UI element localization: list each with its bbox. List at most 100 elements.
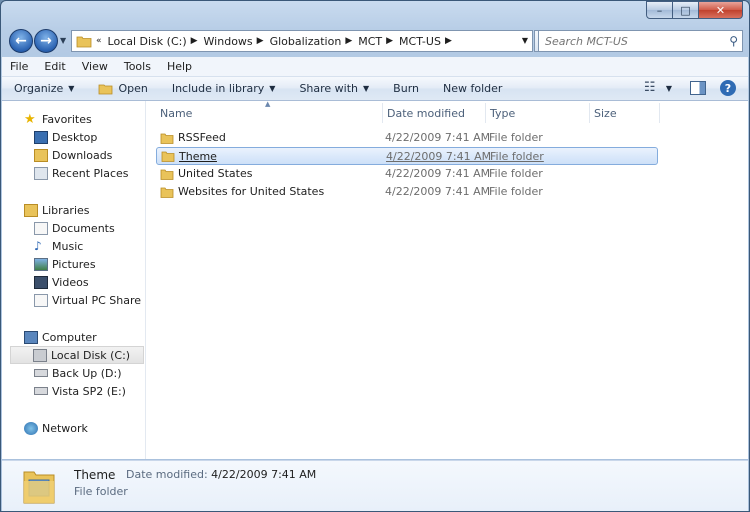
downloads-icon (34, 148, 48, 162)
share-with-button[interactable]: Share with ▼ (299, 82, 369, 95)
breadcrumb-mct[interactable]: MCT (358, 35, 382, 48)
sidebar-computer[interactable]: Computer (24, 328, 97, 346)
sidebar-item-virtual-pc-share[interactable]: Virtual PC Share (34, 291, 141, 309)
column-header-name[interactable]: Name (160, 102, 192, 124)
burn-label: Burn (393, 82, 419, 95)
list-item[interactable]: RSSFeed 4/22/2009 7:41 AM File folder (156, 129, 658, 147)
address-history-dropdown[interactable]: ▼ (522, 36, 528, 45)
menu-view[interactable]: View (80, 60, 110, 73)
include-label: Include in library (171, 82, 265, 95)
navigation-row: ← → ▼ « Local Disk (C:) ▶ Windows ▶ Global… (9, 27, 743, 55)
file-list: ▲ Name Date modified Type Size RSSFeed 4… (147, 100, 748, 459)
file-name: RSSFeed (178, 131, 226, 144)
computer-label: Computer (42, 330, 97, 344)
breadcrumb-globalization[interactable]: Globalization (270, 35, 342, 48)
sidebar-item-label: Pictures (52, 257, 96, 271)
sidebar-network[interactable]: Network (24, 419, 88, 437)
chevron-right-icon[interactable]: ▶ (345, 36, 352, 46)
search-input[interactable] (545, 34, 715, 48)
column-divider[interactable] (382, 103, 383, 123)
maximize-button[interactable]: □ (673, 1, 699, 19)
chevron-down-icon: ▼ (363, 84, 370, 93)
command-bar: Organize ▼ Open Include in library ▼ Share… (2, 77, 748, 101)
sidebar-item-label: Virtual PC Share (52, 293, 141, 307)
folder-icon (76, 36, 92, 48)
sidebar-item-downloads[interactable]: Downloads (34, 146, 112, 164)
details-date-modified: Date modified: 4/22/2009 7:41 AM (126, 468, 316, 481)
sidebar-favorites[interactable]: ★ Favorites (24, 110, 92, 128)
drive-icon (34, 387, 48, 395)
chevron-right-icon[interactable]: ▶ (445, 36, 452, 46)
column-divider[interactable] (659, 103, 660, 123)
sidebar-item-recent-places[interactable]: Recent Places (34, 164, 129, 182)
list-item[interactable]: United States 4/22/2009 7:41 AM File fol… (156, 165, 658, 183)
chevron-down-icon: ▼ (269, 84, 276, 93)
sidebar-item-label: Music (52, 239, 84, 253)
chevron-down-icon: ▼ (68, 84, 75, 93)
recent-pages-dropdown[interactable]: ▼ (60, 36, 66, 45)
organize-label: Organize (14, 82, 64, 95)
preview-pane-icon[interactable] (690, 81, 706, 95)
menu-tools[interactable]: Tools (122, 60, 153, 73)
sidebar-item-desktop[interactable]: Desktop (34, 128, 97, 146)
menu-edit[interactable]: Edit (42, 60, 67, 73)
list-item[interactable]: Websites for United States 4/22/2009 7:4… (156, 183, 658, 201)
breadcrumb-mct-us[interactable]: MCT-US (399, 35, 441, 48)
folder-icon (160, 169, 174, 180)
folder-icon (161, 151, 175, 162)
content-area: ★ Favorites Desktop Downloads Recent Pla… (2, 100, 748, 459)
column-header-date[interactable]: Date modified (387, 102, 465, 124)
help-icon[interactable]: ? (720, 80, 736, 96)
open-button[interactable]: Open (98, 82, 148, 95)
chevron-right-icon[interactable]: ▶ (386, 36, 393, 46)
address-bar[interactable]: « Local Disk (C:) ▶ Windows ▶ Globalizatio… (71, 30, 533, 52)
burn-button[interactable]: Burn (393, 82, 419, 95)
caption-buttons: – □ ✕ (646, 1, 743, 19)
sidebar-item-vista-drive[interactable]: Vista SP2 (E:) (34, 382, 126, 400)
sidebar-item-pictures[interactable]: Pictures (34, 255, 96, 273)
menu-help[interactable]: Help (165, 60, 194, 73)
view-options-dropdown[interactable]: ▼ (666, 84, 672, 93)
sidebar-item-videos[interactable]: Videos (34, 273, 89, 291)
sidebar-item-label: Downloads (52, 148, 113, 162)
file-date: 4/22/2009 7:41 AM (386, 150, 492, 163)
file-type: File folder (489, 131, 543, 144)
share-label: Share with (299, 82, 359, 95)
column-divider[interactable] (485, 103, 486, 123)
change-view-icon[interactable]: ☷ (644, 80, 660, 96)
recent-places-icon (34, 166, 48, 180)
list-item-selected[interactable]: Theme 4/22/2009 7:41 AM File folder (156, 147, 658, 165)
file-name: United States (178, 167, 253, 180)
new-folder-label: New folder (443, 82, 503, 95)
minimize-button[interactable]: – (646, 1, 673, 19)
new-folder-button[interactable]: New folder (443, 82, 502, 95)
forward-button[interactable]: → (34, 29, 58, 53)
forward-arrow-icon: → (40, 33, 52, 49)
search-icon[interactable]: ⚲ (729, 34, 738, 48)
sidebar-libraries[interactable]: Libraries (24, 201, 90, 219)
sidebar-item-local-disk[interactable]: Local Disk (C:) (10, 346, 144, 364)
include-in-library-button[interactable]: Include in library ▼ (172, 82, 276, 95)
search-box[interactable]: ⚲ (538, 30, 743, 52)
sidebar-item-documents[interactable]: Documents (34, 219, 115, 237)
organize-button[interactable]: Organize ▼ (14, 82, 74, 95)
file-date: 4/22/2009 7:41 AM (385, 167, 491, 180)
column-header-type[interactable]: Type (490, 102, 515, 124)
back-button[interactable]: ← (9, 29, 33, 53)
breadcrumb-windows[interactable]: Windows (204, 35, 253, 48)
column-divider[interactable] (589, 103, 590, 123)
chevron-right-icon[interactable]: ▶ (257, 36, 264, 46)
column-header-size[interactable]: Size (594, 102, 617, 124)
close-button[interactable]: ✕ (699, 1, 743, 19)
folder-icon (160, 187, 174, 198)
address-overflow[interactable]: « (96, 36, 102, 46)
open-label: Open (118, 82, 148, 95)
sidebar-item-label: Desktop (52, 130, 98, 144)
computer-icon (24, 330, 38, 344)
chevron-right-icon[interactable]: ▶ (191, 36, 198, 46)
menu-file[interactable]: File (8, 60, 30, 73)
sidebar-item-music[interactable]: ♪ Music (34, 237, 83, 255)
breadcrumb-local-disk[interactable]: Local Disk (C:) (108, 35, 187, 48)
desktop-icon (34, 130, 48, 144)
sidebar-item-backup-drive[interactable]: Back Up (D:) (34, 364, 122, 382)
